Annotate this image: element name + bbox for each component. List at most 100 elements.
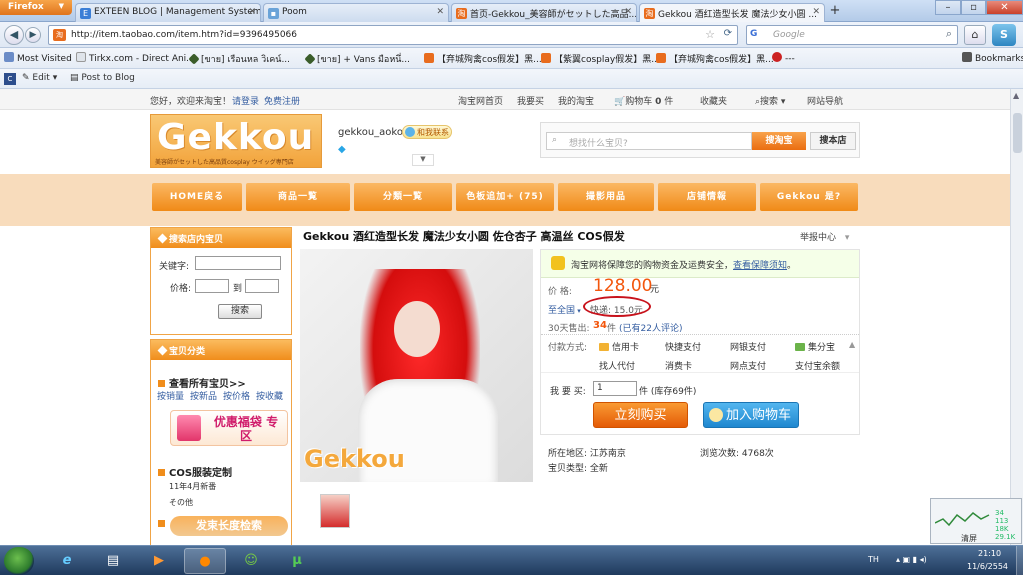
favorites-link[interactable]: 收藏夹 [700, 94, 727, 107]
close-icon[interactable]: ✕ [436, 7, 444, 17]
bookmark-dash[interactable]: --- [772, 52, 795, 64]
star-icon[interactable]: ☆ [705, 28, 715, 41]
nav-categories[interactable]: 分類一覧 [354, 183, 452, 211]
reload-icon[interactable]: ⟳ [724, 28, 732, 39]
tab-taobao-item[interactable]: 淘 Gekkou 酒红造型长发 魔法少女小圆 ... ✕ [639, 3, 825, 23]
new-tab-button[interactable]: + [824, 3, 846, 21]
shop-name[interactable]: gekkou_aoko [338, 127, 403, 138]
cos-subitem[interactable]: 11年4月新番 [169, 481, 216, 492]
taobao-home-link[interactable]: 淘宝网首页 [458, 94, 503, 107]
login-link[interactable]: 请登录 [232, 94, 259, 107]
bookmark-taobao-3[interactable]: 【弃城殉禽cos假发】黑... [656, 52, 774, 65]
forward-icon[interactable]: ▶ [25, 27, 41, 43]
keyword-input[interactable] [195, 256, 281, 270]
messenger-icon[interactable]: ☺ [230, 548, 272, 574]
search-taobao-button[interactable]: 搜淘宝 [752, 132, 806, 150]
collapse-icon[interactable]: ▲ [849, 340, 855, 349]
search-link[interactable]: ⌕搜索 ▾ [755, 94, 785, 107]
clock-time[interactable]: 21:10 [978, 549, 1001, 558]
bookmark-thai-2[interactable]: [ขาย] + Vans มือหนึ่... [304, 52, 410, 66]
register-link[interactable]: 免费注册 [264, 94, 300, 107]
close-window-button[interactable]: ✕ [986, 0, 1023, 15]
start-button[interactable] [4, 547, 34, 575]
scroll-thumb[interactable] [1013, 113, 1022, 153]
blog-logo-icon[interactable]: C [4, 73, 16, 85]
sort-by-new[interactable]: 按新品 [190, 389, 217, 402]
price-min-input[interactable] [195, 279, 229, 293]
url-bar[interactable]: 淘 http://item.taobao.com/item.htm?id=9396… [48, 25, 738, 45]
bookmarks-menu[interactable]: Bookmarks [962, 52, 1023, 64]
post-to-blog-button[interactable]: ▤ Post to Blog [70, 73, 135, 83]
nav-photo-supplies[interactable]: 撮影用品 [558, 183, 654, 211]
utorrent-icon[interactable]: µ [276, 548, 318, 574]
search-icon[interactable]: ⌕ [946, 27, 952, 41]
shop-search-input[interactable]: ⌕ 想找什么宝贝? [546, 132, 752, 150]
tab-poom[interactable]: ▪ Poom ✕ [263, 3, 449, 22]
store-search-button[interactable]: 搜索 [218, 304, 262, 319]
explorer-icon[interactable]: ▤ [92, 548, 134, 574]
scroll-up-icon[interactable]: ▲ [1013, 91, 1019, 100]
bookmark-taobao-2[interactable]: 【紫翼cosplay假发】黑... [541, 52, 660, 65]
ship-to-dropdown[interactable]: 至全国 ▾ [548, 303, 581, 316]
edit-button[interactable]: ✎ Edit ▾ [22, 73, 57, 83]
pay-quick[interactable]: 快捷支付 [665, 340, 701, 353]
add-to-cart-button[interactable]: 加入购物车 [703, 402, 799, 428]
sort-by-sales[interactable]: 按销量 [157, 389, 184, 402]
back-icon[interactable]: ◀ [4, 25, 24, 45]
promo-banner[interactable]: 优惠福袋 专区 [170, 410, 288, 446]
all-items-link[interactable]: 查看所有宝贝>> [158, 375, 246, 390]
home-icon[interactable]: ⌂ [964, 25, 986, 45]
nav-products[interactable]: 商品一覧 [246, 183, 350, 211]
reviews-link[interactable]: (已有22人评论) [619, 321, 682, 334]
sort-by-favorites[interactable]: 按收藏 [256, 389, 283, 402]
pay-jifenbao[interactable]: 集分宝 [795, 340, 835, 353]
shop-logo[interactable]: Gekkou 美容師がセットした高品質cosplay ウイッグ専門店 [150, 114, 322, 168]
pay-consumer-card[interactable]: 消费卡 [665, 359, 692, 372]
bookmark-taobao-1[interactable]: 【弃城殉禽cos假发】黑... [424, 52, 542, 65]
pay-alipay-balance[interactable]: 支付宝余额 [795, 359, 840, 372]
close-icon[interactable]: ✕ [812, 7, 820, 17]
quantity-input[interactable]: 1 [593, 381, 637, 396]
nav-shop-info[interactable]: 店铺情報 [658, 183, 756, 211]
price-max-input[interactable] [245, 279, 279, 293]
product-thumbnail[interactable] [320, 494, 350, 528]
desktop-widget[interactable]: 34 113 18K 29.1K 清屏 [930, 498, 1022, 544]
report-center-link[interactable]: 举报中心 ▾ [800, 230, 849, 243]
skype-icon[interactable]: S [992, 24, 1016, 46]
nav-color-board[interactable]: 色板追加+ (75) [456, 183, 554, 211]
minimize-button[interactable]: – [935, 0, 961, 15]
vertical-scrollbar[interactable]: ▲ [1010, 89, 1023, 545]
language-indicator[interactable]: TH [868, 555, 879, 564]
bookmark-most-visited[interactable]: Most Visited [4, 52, 72, 64]
search-input[interactable]: G Google ⌕ [746, 25, 958, 45]
guarantee-link[interactable]: 查看保障须知 [733, 261, 787, 271]
close-icon[interactable]: ✕ [624, 7, 632, 17]
my-taobao-link[interactable]: 我的淘宝 [558, 94, 594, 107]
tab-exteen[interactable]: E EXTEEN BLOG | Management System ✕ [75, 3, 261, 22]
media-player-icon[interactable]: ▶ [138, 548, 180, 574]
cos-category[interactable]: COS服装定制 [158, 464, 232, 479]
cart-link[interactable]: 🛒购物车 0 件 [614, 94, 673, 107]
site-nav-link[interactable]: 网站导航 [807, 94, 843, 107]
length-search-banner[interactable]: 发束长度检索 [170, 516, 288, 536]
show-desktop-button[interactable] [1016, 546, 1023, 575]
pay-netbank[interactable]: 网银支付 [730, 340, 766, 353]
contact-button[interactable]: 和我联系 [402, 125, 452, 139]
nav-about[interactable]: Gekkou 是? [760, 183, 858, 211]
tray-icons[interactable]: ▴ ▣ ▮ ◂) [896, 555, 927, 564]
clock-date[interactable]: 11/6/2554 [967, 562, 1008, 571]
buy-link[interactable]: 我要买 [517, 94, 544, 107]
search-store-button[interactable]: 搜本店 [810, 132, 856, 150]
buy-now-button[interactable]: 立刻购买 [593, 402, 688, 428]
bookmark-tirkx[interactable]: Tirkx.com - Direct Ani... [76, 52, 195, 64]
firefox-icon[interactable]: ● [184, 548, 226, 574]
maximize-button[interactable]: ▫ [961, 0, 986, 15]
product-photo[interactable]: Gekkou [300, 249, 533, 482]
pay-outlet[interactable]: 网点支付 [730, 359, 766, 372]
bookmark-thai-1[interactable]: [ขาย] เรือนหล วิเคน์... [188, 52, 290, 66]
cos-subitem[interactable]: その他 [169, 497, 193, 508]
ie-icon[interactable]: e [46, 548, 88, 574]
nav-home[interactable]: HOME戻る [152, 183, 242, 211]
pay-credit-card[interactable]: 信用卡 [599, 340, 639, 353]
tab-taobao-home[interactable]: 淘首页-Gekkou_美容師がセットした高品... ✕ [451, 3, 637, 22]
